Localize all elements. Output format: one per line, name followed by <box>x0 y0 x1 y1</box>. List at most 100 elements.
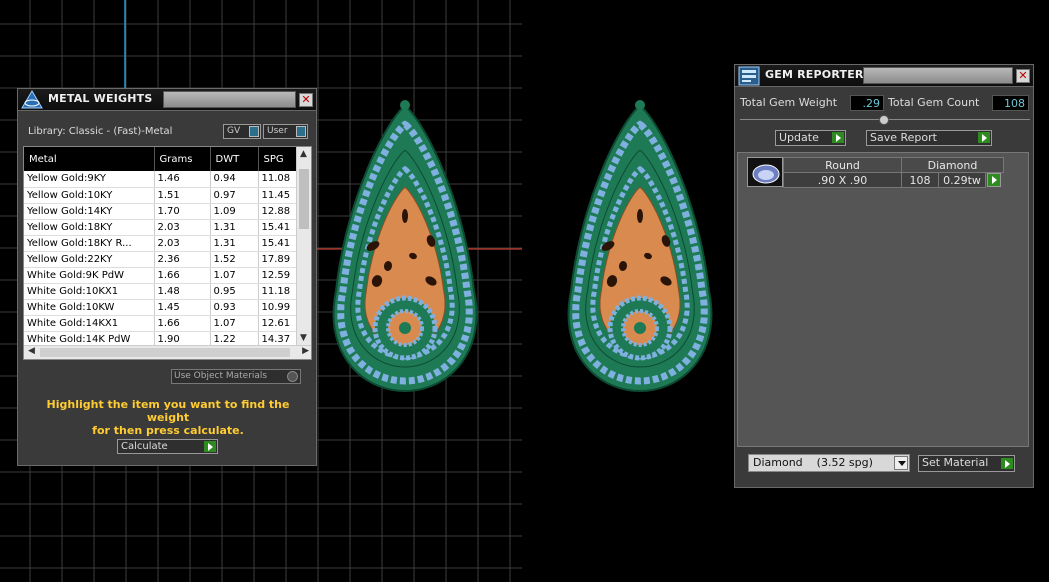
set-material-button-label: Set Material <box>922 456 989 469</box>
panel-splitter-handle[interactable] <box>879 115 889 125</box>
table-row[interactable]: Yellow Gold:18KY R... 2.03 1.31 15.41 <box>24 235 297 252</box>
cell-metal: Yellow Gold:22KY <box>24 251 155 268</box>
table-row[interactable]: Yellow Gold:14KY 1.70 1.09 12.88 <box>24 203 297 220</box>
set-material-button[interactable]: Set Material <box>918 455 1015 472</box>
total-gem-count: Total Gem Count 108 <box>888 95 1030 111</box>
gem-material: Diamond <box>901 157 1004 173</box>
cell-dwt: 1.07 <box>210 267 259 284</box>
cell-grams: 1.46 <box>154 171 211 188</box>
scroll-up-icon[interactable]: ▲ <box>300 149 307 159</box>
cell-grams: 1.48 <box>154 283 211 300</box>
cell-dwt: 1.31 <box>210 235 259 252</box>
metal-weights-panel: METAL WEIGHTS ✕ Library: Classic - (Fast… <box>17 88 317 466</box>
column-header-metal[interactable]: Metal <box>24 147 155 171</box>
gem-reporter-panel: GEM REPORTER ✕ Total Gem Weight .29 Tota… <box>734 64 1034 488</box>
gem-reporter-app-icon <box>738 66 760 86</box>
column-header-dwt[interactable]: DWT <box>210 147 259 171</box>
gv-toggle-box[interactable] <box>249 126 259 137</box>
cell-metal: White Gold:10KW <box>24 299 155 316</box>
horizontal-scroll-thumb[interactable] <box>40 348 290 357</box>
cell-spg: 17.89 <box>258 251 297 268</box>
cell-metal: White Gold:10KX1 <box>24 283 155 300</box>
table-row[interactable]: Yellow Gold:18KY 2.03 1.31 15.41 <box>24 219 297 236</box>
cell-metal: White Gold:9K PdW <box>24 267 155 284</box>
metal-table[interactable]: Metal Grams DWT SPG Yellow Gold:9KY 1.46 0… <box>23 146 312 360</box>
metal-weights-title: METAL WEIGHTS <box>48 92 153 105</box>
cell-metal: Yellow Gold:10KY <box>24 187 155 204</box>
table-row[interactable]: White Gold:14KX1 1.66 1.07 12.61 <box>24 315 297 332</box>
earring-right[interactable] <box>548 96 732 396</box>
vertical-scroll-thumb[interactable] <box>299 169 309 229</box>
cell-spg: 15.41 <box>258 235 297 252</box>
play-icon <box>832 132 844 143</box>
cell-dwt: 0.93 <box>210 299 259 316</box>
cell-grams: 1.66 <box>154 267 211 284</box>
round-gem-icon[interactable] <box>747 157 783 187</box>
column-header-grams[interactable]: Grams <box>154 147 211 171</box>
table-row[interactable]: Yellow Gold:22KY 2.36 1.52 17.89 <box>24 251 297 268</box>
use-object-materials-label: Use Object Materials <box>174 371 268 381</box>
gem-size: .90 X .90 <box>783 172 902 188</box>
total-gem-weight: Total Gem Weight .29 <box>740 95 885 111</box>
gem-row-go-icon[interactable] <box>987 173 1001 187</box>
save-report-button-label: Save Report <box>870 131 937 144</box>
material-select[interactable]: Diamond (3.52 spg) <box>748 454 910 472</box>
chevron-down-icon[interactable] <box>894 456 908 470</box>
cell-grams: 1.66 <box>154 315 211 332</box>
gem-reporter-title: GEM REPORTER <box>765 68 864 81</box>
table-row[interactable]: Yellow Gold:10KY 1.51 0.97 11.45 <box>24 187 297 204</box>
table-vertical-scrollbar[interactable]: ▲ ▼ <box>296 147 311 347</box>
cell-grams: 2.03 <box>154 219 211 236</box>
instruction-text: Highlight the item you want to find the … <box>28 398 308 437</box>
cell-spg: 11.18 <box>258 283 297 300</box>
play-icon <box>1001 458 1013 469</box>
checkbox-icon[interactable] <box>287 371 298 382</box>
update-button[interactable]: Update <box>775 130 846 146</box>
cell-dwt: 0.94 <box>210 171 259 188</box>
cell-metal: Yellow Gold:9KY <box>24 171 155 188</box>
scroll-left-icon[interactable]: ◀ <box>28 346 35 356</box>
close-icon[interactable]: ✕ <box>299 93 313 107</box>
save-report-button[interactable]: Save Report <box>866 130 992 146</box>
cell-spg: 12.59 <box>258 267 297 284</box>
update-button-label: Update <box>779 131 819 144</box>
gem-shape: Round <box>783 157 902 173</box>
gv-toggle[interactable]: GV <box>223 124 261 139</box>
table-horizontal-scrollbar[interactable]: ◀ ▶ <box>24 345 311 359</box>
cell-dwt: 1.07 <box>210 315 259 332</box>
total-gem-count-value: 108 <box>992 95 1029 111</box>
table-row[interactable]: White Gold:10KX1 1.48 0.95 11.18 <box>24 283 297 300</box>
metal-weights-titlebar[interactable]: METAL WEIGHTS ✕ <box>18 89 316 111</box>
use-object-materials-checkbox[interactable]: Use Object Materials <box>171 369 301 384</box>
close-icon[interactable]: ✕ <box>1016 69 1030 83</box>
gv-toggle-label: GV <box>227 126 241 136</box>
cell-dwt: 1.31 <box>210 219 259 236</box>
scroll-right-icon[interactable]: ▶ <box>302 346 309 356</box>
table-row[interactable]: White Gold:9K PdW 1.66 1.07 12.59 <box>24 267 297 284</box>
cell-grams: 2.36 <box>154 251 211 268</box>
metal-weights-app-icon <box>21 90 43 109</box>
user-toggle[interactable]: User <box>263 124 308 139</box>
cell-spg: 11.08 <box>258 171 297 188</box>
gem-reporter-titlebar[interactable]: GEM REPORTER ✕ <box>735 65 1033 87</box>
table-row[interactable]: White Gold:10KW 1.45 0.93 10.99 <box>24 299 297 316</box>
table-row[interactable]: Yellow Gold:9KY 1.46 0.94 11.08 <box>24 171 297 188</box>
cell-grams: 2.03 <box>154 235 211 252</box>
cell-metal: Yellow Gold:14KY <box>24 203 155 220</box>
total-gem-weight-label: Total Gem Weight <box>740 96 838 109</box>
instruction-line-2: for then press calculate. <box>92 424 244 437</box>
earring-left[interactable] <box>313 96 497 396</box>
cell-spg: 11.45 <box>258 187 297 204</box>
calculate-button-label: Calculate <box>121 441 168 452</box>
scroll-down-icon[interactable]: ▼ <box>300 333 307 343</box>
cell-dwt: 0.95 <box>210 283 259 300</box>
cell-dwt: 0.97 <box>210 187 259 204</box>
calculate-button[interactable]: Calculate <box>117 439 218 454</box>
play-icon <box>204 441 216 452</box>
gem-count: 108 <box>901 172 939 188</box>
gem-list[interactable]: Round Diamond .90 X .90 108 0.29tw <box>737 152 1029 447</box>
column-header-spg[interactable]: SPG <box>258 147 297 171</box>
cell-dwt: 1.09 <box>210 203 259 220</box>
titlebar-fill <box>163 91 296 108</box>
user-toggle-box[interactable] <box>296 126 306 137</box>
